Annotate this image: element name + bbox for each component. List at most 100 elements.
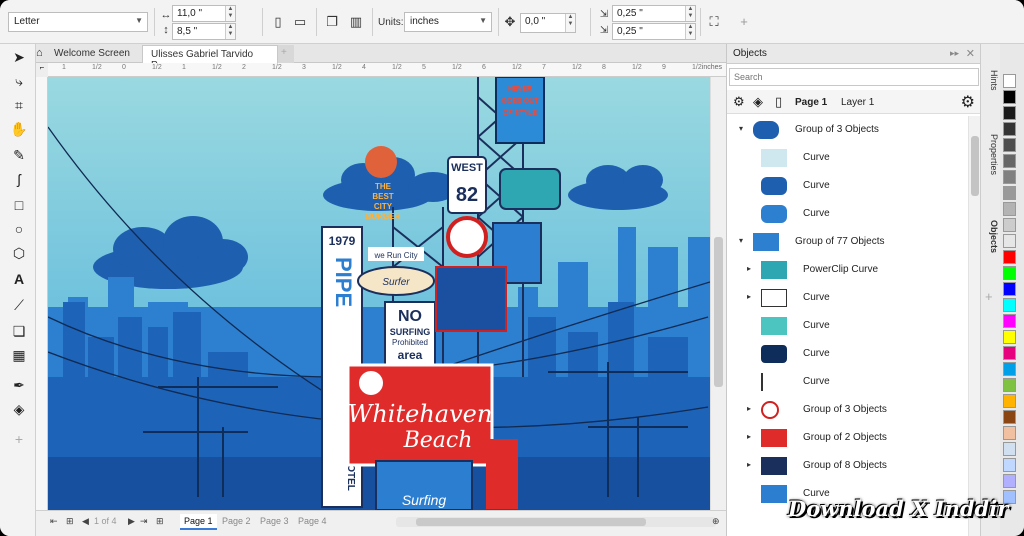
expand-toggle-icon[interactable]: ▸ — [747, 432, 751, 441]
crop-tool[interactable]: ⌗ — [8, 94, 30, 116]
vertical-scrollbar[interactable] — [710, 77, 726, 510]
tree-row[interactable]: Curve — [727, 312, 967, 340]
add-tool-button[interactable]: + — [8, 428, 30, 450]
home-icon[interactable]: ⌂ — [36, 47, 43, 59]
tree-row[interactable]: ▸ PowerClip Curve — [727, 256, 967, 284]
spinner[interactable]: ▲ ▼ — [225, 6, 235, 21]
tree-row[interactable]: Curve — [727, 144, 967, 172]
color-swatch[interactable] — [1003, 106, 1016, 120]
spinner[interactable]: ▲ ▼ — [565, 14, 575, 32]
collapse-icon[interactable]: ▸▸ — [950, 48, 959, 59]
color-swatch[interactable] — [1003, 298, 1016, 312]
page-height-field[interactable]: 8,5 " ▲ ▼ — [172, 23, 236, 40]
vertical-ruler[interactable] — [36, 63, 48, 510]
tree-row[interactable]: ▸ Group of 3 Objects — [727, 396, 967, 424]
color-swatch[interactable] — [1003, 202, 1016, 216]
scroll-thumb[interactable] — [714, 237, 723, 387]
color-swatch[interactable] — [1003, 378, 1016, 392]
pan-tool[interactable]: ✋ — [8, 118, 30, 140]
tree-row[interactable]: Curve — [727, 172, 967, 200]
docker-scrollbar[interactable] — [968, 116, 980, 536]
search-input[interactable]: Search — [729, 68, 979, 86]
fill-tool[interactable]: ◈ — [8, 398, 30, 420]
color-swatch[interactable] — [1003, 362, 1016, 376]
color-swatch[interactable] — [1003, 394, 1016, 408]
prev-page-button[interactable]: ◀ — [82, 516, 89, 527]
tree-row[interactable]: ▸ Group of 8 Objects — [727, 452, 967, 480]
spinner[interactable]: ▲ ▼ — [225, 24, 235, 39]
expand-toggle-icon[interactable]: ▾ — [739, 124, 743, 133]
color-swatch[interactable] — [1003, 138, 1016, 152]
tab-page-1[interactable]: Page 1 — [180, 514, 217, 530]
tab-properties[interactable]: Properties — [983, 134, 999, 175]
color-swatch[interactable] — [1003, 186, 1016, 200]
page-icon[interactable]: ▯ — [775, 94, 782, 110]
units-select[interactable]: inches ▼ — [404, 12, 492, 32]
add-page-button[interactable]: ⊞ — [66, 516, 74, 527]
page-size-select[interactable]: Letter ▼ — [8, 12, 148, 32]
scroll-thumb[interactable] — [971, 136, 979, 196]
shape-tool[interactable]: ⤷ — [8, 70, 30, 92]
connector-tool[interactable]: ⟋ — [8, 294, 30, 316]
polygon-tool[interactable]: ⬡ — [8, 242, 30, 264]
shadow-tool[interactable]: ❏ — [8, 320, 30, 342]
scroll-thumb[interactable] — [416, 518, 646, 526]
color-swatch[interactable] — [1003, 346, 1016, 360]
tab-objects[interactable]: Objects — [983, 220, 999, 253]
color-swatch[interactable] — [1003, 90, 1016, 104]
drawing-canvas[interactable]: NEVER GOES OUT OF STYLE THE BEST CITY BURGER … — [48, 77, 710, 510]
expand-toggle-icon[interactable]: ▸ — [747, 292, 751, 301]
color-swatch[interactable] — [1003, 170, 1016, 184]
all-pages-button[interactable]: ❐ — [322, 12, 342, 32]
color-swatch[interactable] — [1003, 218, 1016, 232]
spinner[interactable]: ▲ ▼ — [685, 24, 695, 39]
expand-toggle-icon[interactable]: ▸ — [747, 264, 751, 273]
tree-row[interactable]: Curve — [727, 368, 967, 396]
eyedropper-tool[interactable]: ✒ — [8, 374, 30, 396]
curve-tool[interactable]: ʃ — [8, 168, 30, 190]
duplicate-x-field[interactable]: 0,25 " ▲ ▼ — [612, 5, 696, 22]
color-swatch[interactable] — [1003, 314, 1016, 328]
freehand-tool[interactable]: ✎ — [8, 144, 30, 166]
first-page-button[interactable]: ⇤ — [50, 516, 58, 527]
add-button[interactable]: + — [734, 12, 754, 32]
tree-row[interactable]: ▸ Group of 2 Objects — [727, 424, 967, 452]
text-tool[interactable]: A — [8, 268, 30, 290]
color-swatch[interactable] — [1003, 474, 1016, 488]
current-layer-label[interactable]: Layer 1 — [841, 97, 874, 108]
nudge-field[interactable]: 0,0 " ▲ ▼ — [520, 13, 576, 33]
color-swatch[interactable] — [1003, 426, 1016, 440]
color-swatch[interactable] — [1003, 282, 1016, 296]
color-swatch[interactable] — [1003, 154, 1016, 168]
transparency-tool[interactable]: ▦ — [8, 344, 30, 366]
color-swatch[interactable] — [1003, 410, 1016, 424]
new-tab-button[interactable]: + — [278, 45, 294, 63]
color-swatch[interactable] — [1003, 122, 1016, 136]
layers-manager-icon[interactable]: ⚙ — [733, 94, 745, 110]
color-swatch[interactable] — [1003, 250, 1016, 264]
expand-toggle-icon[interactable]: ▸ — [747, 460, 751, 469]
ellipse-tool[interactable]: ○ — [8, 218, 30, 240]
tab-page-2[interactable]: Page 2 — [218, 514, 255, 530]
color-swatch[interactable] — [1003, 442, 1016, 456]
horizontal-scrollbar[interactable] — [396, 517, 716, 527]
page-width-field[interactable]: 11,0 " ▲ ▼ — [172, 5, 236, 22]
zoom-icon[interactable]: ⊕ — [712, 516, 720, 527]
bleed-button[interactable]: ⛶ — [704, 12, 724, 32]
tab-welcome[interactable]: Welcome Screen — [46, 45, 150, 63]
gear-icon[interactable]: ⚙ — [961, 92, 975, 112]
color-swatch[interactable] — [1003, 234, 1016, 248]
tab-hints[interactable]: Hints — [983, 70, 999, 91]
next-page-button[interactable]: ▶ — [128, 516, 135, 527]
tab-page-3[interactable]: Page 3 — [256, 514, 293, 530]
add-docker-button[interactable]: + — [985, 289, 993, 304]
portrait-button[interactable]: ▯ — [268, 12, 288, 32]
current-page-button[interactable]: ▥ — [346, 12, 366, 32]
tab-document[interactable]: Ulisses Gabriel Tarvido P... — [142, 45, 278, 71]
close-icon[interactable]: ✕ — [966, 47, 975, 60]
expand-toggle-icon[interactable]: ▸ — [747, 404, 751, 413]
tree-row[interactable]: Curve — [727, 200, 967, 228]
expand-toggle-icon[interactable]: ▾ — [739, 236, 743, 245]
rectangle-tool[interactable]: □ — [8, 194, 30, 216]
color-swatch[interactable] — [1003, 74, 1016, 88]
